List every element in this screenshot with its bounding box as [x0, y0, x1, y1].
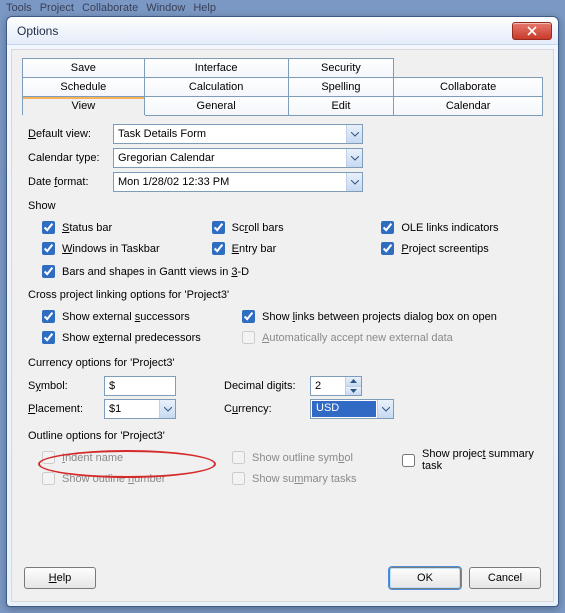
chevron-down-icon: [346, 149, 362, 167]
close-icon: [527, 26, 537, 36]
default-view-select[interactable]: Task Details Form: [113, 124, 363, 144]
currency-group-label: Currency options for 'Project3': [28, 357, 537, 369]
help-button[interactable]: Help: [24, 567, 96, 589]
ext-successors-checkbox[interactable]: Show external successors: [38, 307, 228, 326]
tab-calculation[interactable]: Calculation: [144, 78, 288, 97]
tab-save[interactable]: Save: [23, 59, 145, 78]
entry-bar-checkbox[interactable]: Entry bar: [208, 239, 368, 258]
decimal-digits-spinner[interactable]: [310, 376, 362, 396]
tab-strip: Save Interface Security Schedule Calcula…: [22, 58, 543, 116]
project-summary-checkbox[interactable]: Show project summary task: [398, 448, 537, 472]
tab-collaborate[interactable]: Collaborate: [394, 78, 543, 97]
currency-select[interactable]: USD: [310, 399, 394, 419]
project-screentips-checkbox[interactable]: Project screentips: [377, 239, 537, 258]
placement-select[interactable]: $1: [104, 399, 176, 419]
default-view-label: Default view:: [28, 128, 113, 140]
options-dialog: Options Save Interface Security Schedule…: [6, 16, 559, 607]
status-bar-checkbox[interactable]: Status bar: [38, 218, 198, 237]
show-links-dialog-checkbox[interactable]: Show links between projects dialog box o…: [238, 307, 537, 326]
close-button[interactable]: [512, 22, 552, 40]
tab-schedule[interactable]: Schedule: [23, 78, 145, 97]
spin-down-icon[interactable]: [345, 387, 361, 396]
windows-taskbar-checkbox[interactable]: Windows in Taskbar: [38, 239, 198, 258]
decimal-digits-label: Decimal digits:: [224, 380, 304, 392]
gantt-3d-checkbox[interactable]: Bars and shapes in Gantt views in 3-D: [38, 262, 537, 281]
tab-calendar[interactable]: Calendar: [394, 97, 543, 116]
cancel-button[interactable]: Cancel: [469, 567, 541, 589]
cross-group-label: Cross project linking options for 'Proje…: [28, 289, 537, 301]
chevron-down-icon: [377, 400, 393, 418]
chevron-down-icon: [346, 125, 362, 143]
ole-links-checkbox[interactable]: OLE links indicators: [377, 218, 537, 237]
chevron-down-icon: [346, 173, 362, 191]
ext-predecessors-checkbox[interactable]: Show external predecessors: [38, 328, 228, 347]
calendar-type-select[interactable]: Gregorian Calendar: [113, 148, 363, 168]
currency-label: Currency:: [224, 403, 304, 415]
tab-spelling[interactable]: Spelling: [288, 78, 394, 97]
tab-security[interactable]: Security: [288, 59, 394, 78]
placement-label: Placement:: [28, 403, 98, 415]
date-format-label: Date format:: [28, 176, 113, 188]
ok-button[interactable]: OK: [389, 567, 461, 589]
calendar-type-label: Calendar type:: [28, 152, 113, 164]
tab-edit[interactable]: Edit: [288, 97, 394, 116]
window-title: Options: [13, 24, 58, 38]
summary-tasks-checkbox: Show summary tasks: [228, 469, 388, 488]
chevron-down-icon: [159, 400, 175, 418]
tab-empty: [394, 59, 543, 78]
symbol-label: Symbol:: [28, 380, 98, 392]
symbol-input[interactable]: [104, 376, 176, 396]
indent-name-checkbox: Indent name: [38, 448, 218, 467]
tab-view[interactable]: View: [23, 97, 145, 116]
titlebar[interactable]: Options: [7, 17, 558, 45]
show-group-label: Show: [28, 200, 537, 212]
outline-symbol-checkbox: Show outline symbol: [228, 448, 388, 467]
tab-general[interactable]: General: [144, 97, 288, 116]
outline-group-label: Outline options for 'Project3': [28, 430, 537, 442]
parent-menubar: ToolsProject CollaborateWindow Help: [0, 0, 565, 16]
tab-interface[interactable]: Interface: [144, 59, 288, 78]
spin-up-icon[interactable]: [345, 377, 361, 387]
auto-accept-checkbox: Automatically accept new external data: [238, 328, 537, 347]
outline-number-checkbox: Show outline number: [38, 469, 218, 488]
scroll-bars-checkbox[interactable]: Scroll bars: [208, 218, 368, 237]
date-format-select[interactable]: Mon 1/28/02 12:33 PM: [113, 172, 363, 192]
